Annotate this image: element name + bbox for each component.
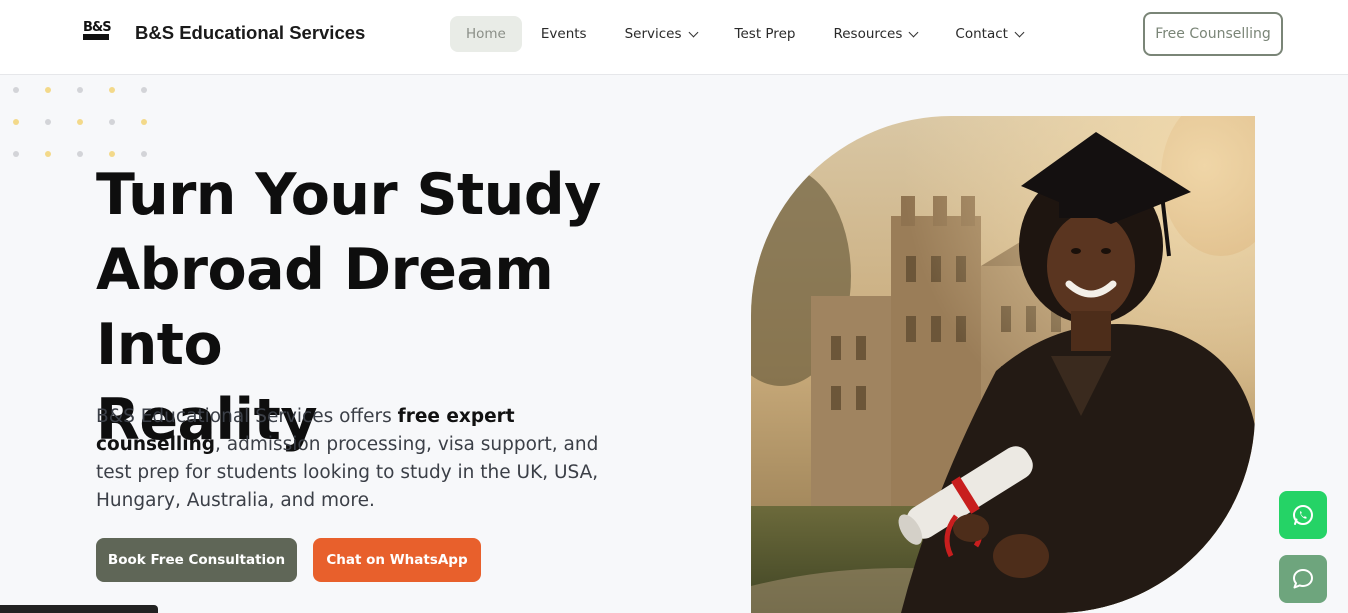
hero-title-line: Turn Your Study [96,162,601,228]
dot [77,151,83,157]
main-nav: Home Events Services Test Prep Resources… [450,16,1042,52]
whatsapp-chat-button[interactable]: Chat on WhatsApp [313,538,481,582]
dot [13,87,19,93]
chevron-down-icon [908,27,919,37]
hero-description: B&S Educational Services offers free exp… [96,403,616,515]
nav-item-events[interactable]: Events [522,16,606,52]
brand-name[interactable]: B&S Educational Services [135,22,365,44]
whatsapp-icon [1293,505,1313,525]
brand-logo[interactable]: B&S [83,20,112,41]
chat-bubble-icon [1293,569,1313,589]
nav-item-label: Test Prep [734,26,796,42]
nav-item-label: Resources [833,26,903,42]
status-bar-tooltip [0,605,158,613]
dot [13,119,19,125]
site-header: B&S B&S Educational Services Home Events… [0,0,1348,75]
dot [109,119,115,125]
hero-title-line: Abroad Dream Into [96,237,554,378]
dot [45,119,51,125]
chevron-down-icon [688,27,698,37]
graduate-photo-illustration [751,116,1255,613]
chevron-down-icon [1014,27,1025,37]
nav-item-contact[interactable]: Contact [936,16,1042,52]
nav-item-resources[interactable]: Resources [814,16,936,52]
nav-item-label: Services [624,26,682,42]
nav-item-home[interactable]: Home [450,16,522,52]
logo-text: B&S [83,20,112,35]
decorative-dots [13,87,153,159]
hero-graduate-image [751,116,1255,613]
dot [45,87,51,93]
dot [109,151,115,157]
nav-item-test-prep[interactable]: Test Prep [716,16,815,52]
dot [13,151,19,157]
nav-item-label: Contact [955,26,1008,42]
nav-item-services[interactable]: Services [606,16,716,52]
book-consultation-button[interactable]: Book Free Consultation [96,538,297,582]
dot [77,87,83,93]
whatsapp-float-button[interactable] [1279,491,1327,539]
free-counselling-button[interactable]: Free Counselling [1143,12,1283,56]
dot [141,151,147,157]
nav-item-label: Events [540,26,587,42]
nav-item-label: Home [466,26,506,42]
dot [141,87,147,93]
dot [45,151,51,157]
dot [109,87,115,93]
dot [77,119,83,125]
logo-bar [83,34,109,40]
dot [141,119,147,125]
chat-float-button[interactable] [1279,555,1327,603]
hero-text-start: B&S Educational Services offers [96,406,398,427]
